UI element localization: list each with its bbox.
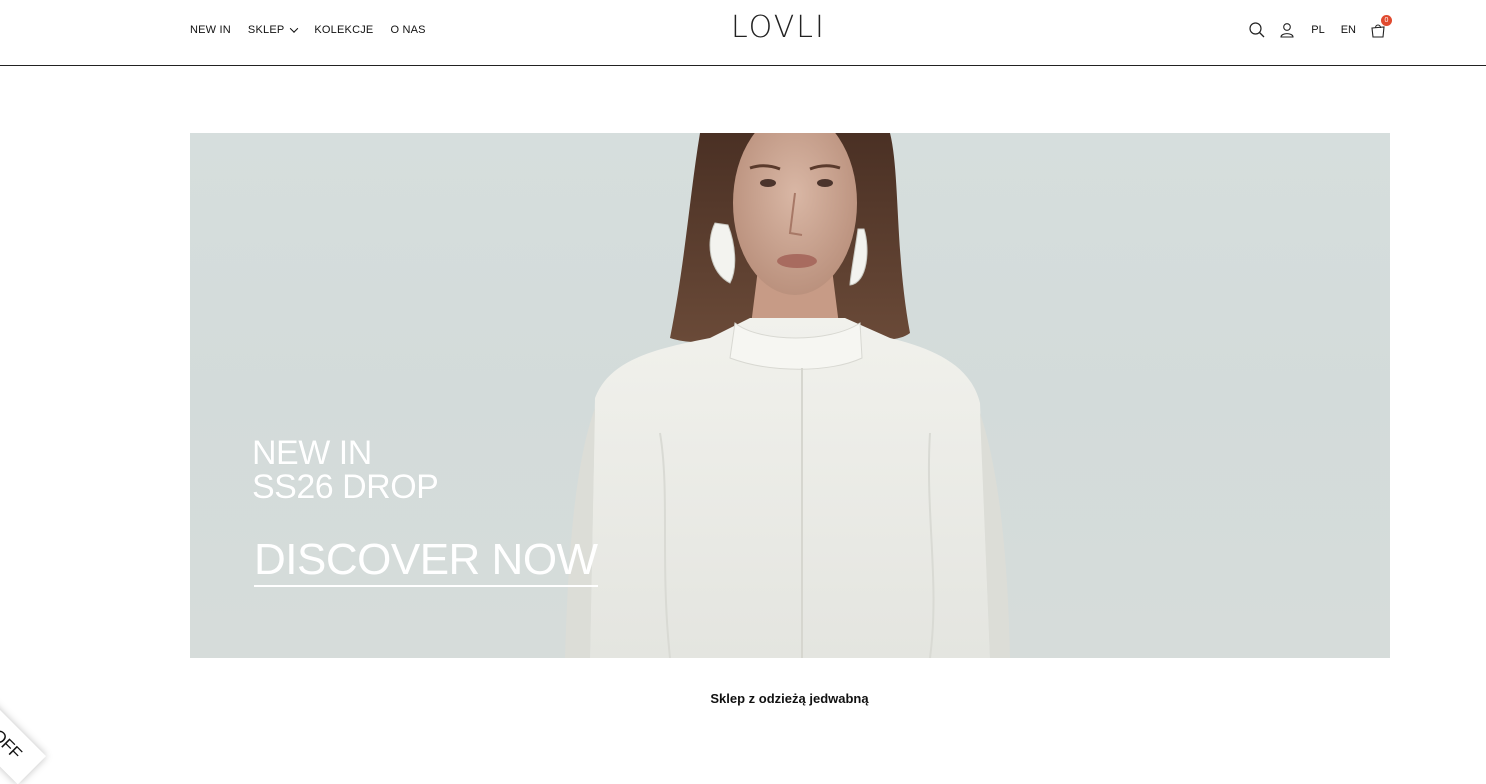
- cart-button[interactable]: 0: [1366, 15, 1392, 42]
- main-nav: NEW IN SKLEP KOLEKCJE O NAS: [190, 23, 426, 37]
- nav-item-kolekcje[interactable]: KOLEKCJE: [314, 23, 373, 37]
- nav-item-label: KOLEKCJE: [314, 24, 374, 36]
- hero-title-line1: NEW IN: [252, 434, 372, 472]
- nav-item-label: SKLEP: [247, 24, 285, 36]
- hero-banner[interactable]: NEW IN SS26 DROP DISCOVER NOW: [190, 133, 1390, 658]
- cart-count-badge: 0: [1381, 15, 1392, 26]
- hero-title-line2: SS26 DROP: [252, 468, 439, 506]
- site-header: NEW IN SKLEP KOLEKCJE O NAS LOVLI PL EN …: [0, 0, 1486, 66]
- lang-en[interactable]: EN: [1331, 18, 1366, 42]
- chevron-down-icon: [290, 24, 299, 33]
- header-actions: PL EN 0: [1245, 15, 1392, 42]
- nav-item-label: O NAS: [390, 24, 426, 36]
- nav-item-sklep[interactable]: SKLEP: [247, 23, 299, 37]
- discover-now-link[interactable]: DISCOVER NOW: [254, 535, 598, 587]
- nav-item-o-nas[interactable]: O NAS: [390, 23, 425, 37]
- search-icon: [1249, 22, 1265, 38]
- nav-item-label: NEW IN: [190, 24, 231, 36]
- section-heading: Sklep z odzieżą jedwabną: [710, 691, 869, 706]
- hero-title: NEW IN SS26 DROP: [252, 434, 439, 506]
- lang-pl[interactable]: PL: [1305, 18, 1330, 42]
- site-logo[interactable]: LOVLI: [731, 10, 851, 46]
- search-button[interactable]: [1245, 18, 1269, 42]
- account-button[interactable]: [1275, 18, 1299, 42]
- user-icon: [1280, 23, 1294, 38]
- nav-item-new-in[interactable]: NEW IN: [190, 23, 231, 37]
- discount-ribbon[interactable]: GET 10% OFF: [0, 650, 47, 784]
